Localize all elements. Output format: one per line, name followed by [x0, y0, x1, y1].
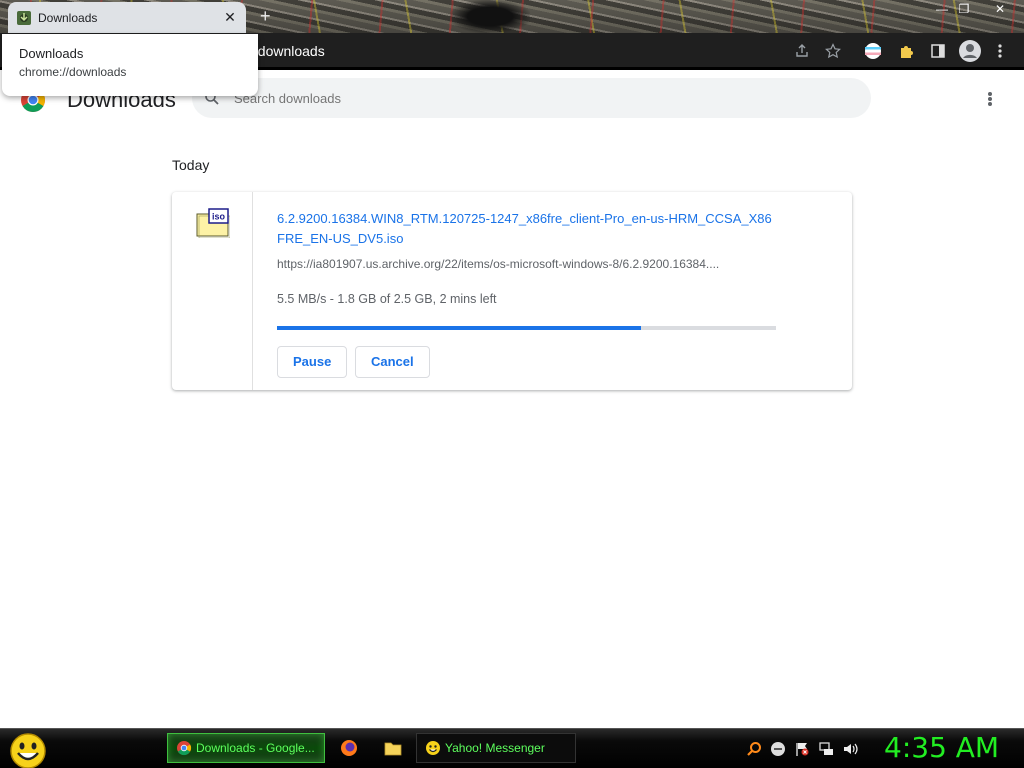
new-tab-button[interactable]: +: [260, 6, 271, 27]
download-status: 5.5 MB/s - 1.8 GB of 2.5 GB, 2 mins left: [277, 292, 497, 306]
profile-icon[interactable]: [958, 39, 982, 63]
more-actions-icon[interactable]: [980, 88, 1000, 110]
close-window-button[interactable]: ✕: [984, 0, 1016, 18]
pause-button[interactable]: Pause: [277, 346, 348, 378]
download-source-url[interactable]: https://ia801907.us.archive.org/22/items…: [277, 257, 777, 271]
tab-close-icon[interactable]: ✕: [222, 9, 238, 26]
iso-file-icon: iso: [196, 208, 230, 238]
search-bar[interactable]: [192, 78, 871, 118]
tab-hover-card: Downloads chrome://downloads: [2, 34, 258, 96]
flag-icon[interactable]: [863, 41, 883, 61]
download-file-name-link[interactable]: 6.2.9200.16384.WIN8_RTM.120725-1247_x86f…: [277, 209, 777, 249]
maximize-button[interactable]: ❐: [948, 0, 980, 18]
chrome-icon: [177, 741, 192, 756]
search-tray-icon[interactable]: [746, 741, 762, 757]
taskbar-item-label: Yahoo! Messenger: [445, 741, 545, 755]
firefox-icon[interactable]: [340, 739, 358, 757]
iso-icon-label: iso: [212, 212, 226, 222]
tab-title: Downloads: [38, 10, 98, 25]
address-bar[interactable]: //downloads: [250, 37, 850, 65]
menu-icon[interactable]: [990, 41, 1010, 61]
volume-icon[interactable]: [842, 741, 858, 757]
date-section-label: Today: [172, 157, 210, 173]
yahoo-smiley-icon: [426, 741, 440, 755]
cancel-button[interactable]: Cancel: [355, 346, 430, 378]
download-progress-fill: [277, 326, 642, 330]
extensions-icon[interactable]: [896, 41, 916, 61]
action-center-flag-icon[interactable]: [794, 741, 810, 757]
taskbar-item-chrome[interactable]: Downloads - Google...: [167, 733, 325, 763]
network-icon[interactable]: [818, 741, 834, 757]
download-progress-bar: [277, 326, 776, 330]
wallpaper-shadow: [450, 0, 530, 33]
hover-card-title: Downloads: [19, 46, 84, 61]
sidebar-icon[interactable]: [928, 41, 948, 61]
start-smiley-icon[interactable]: [8, 731, 48, 768]
download-item: iso 6.2.9200.16384.WIN8_RTM.120725-1247_…: [172, 192, 852, 390]
star-icon[interactable]: [823, 41, 843, 61]
share-icon[interactable]: [792, 41, 812, 61]
taskbar-item-label: Downloads - Google...: [196, 741, 315, 755]
tab-downloads[interactable]: Downloads ✕: [8, 2, 246, 33]
messenger-tray-icon[interactable]: [770, 741, 786, 757]
taskbar-item-yahoo-messenger[interactable]: Yahoo! Messenger: [416, 733, 576, 763]
hover-card-url: chrome://downloads: [19, 65, 127, 79]
downloads-favicon-icon: [17, 10, 31, 25]
search-input[interactable]: [234, 90, 734, 106]
tab-strip: Downloads ✕ + — ❐ ✕: [0, 0, 1024, 33]
taskbar-clock[interactable]: 4:35 AM: [884, 731, 999, 764]
taskbar: Downloads - Google... Yahoo! Messenger 4…: [0, 728, 1024, 768]
folder-icon[interactable]: [384, 739, 402, 757]
